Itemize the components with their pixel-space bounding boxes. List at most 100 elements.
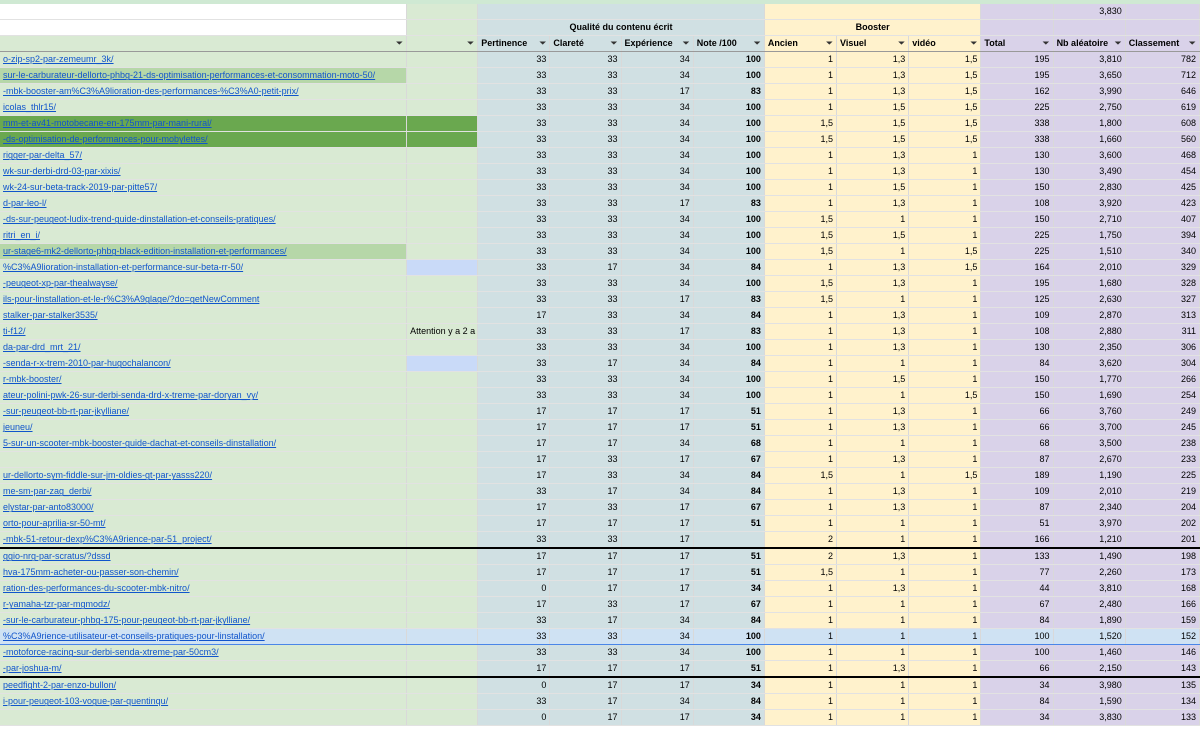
pertinence-cell[interactable]: 17	[477, 451, 551, 469]
note100-cell[interactable]: 34	[693, 580, 765, 598]
total-cell[interactable]: 34	[980, 676, 1054, 695]
visuel-cell[interactable]: 1,5	[836, 179, 910, 197]
visuel-cell[interactable]: 1	[836, 291, 910, 309]
classement-cell[interactable]: 133	[1125, 709, 1200, 727]
pertinence-cell[interactable]: 0	[477, 676, 551, 695]
col-header-note[interactable]: ⏷	[406, 35, 479, 53]
experience-cell[interactable]: 17	[621, 547, 694, 566]
nb-aleatoire-cell[interactable]: 3,830	[1053, 709, 1126, 727]
experience-cell[interactable]: 17	[621, 580, 694, 598]
total-cell[interactable]: 338	[980, 131, 1054, 149]
classement-cell[interactable]: 423	[1125, 195, 1200, 213]
url-link[interactable]: da-par-drd_mrt_21/	[3, 342, 81, 352]
experience-cell[interactable]: 34	[621, 307, 694, 325]
note100-cell[interactable]: 100	[693, 115, 765, 133]
url-cell[interactable]: %C3%A9rience-utilisateur-et-conseils-pra…	[0, 628, 408, 646]
note100-cell[interactable]: 100	[693, 131, 765, 149]
url-link[interactable]: ils-pour-linstallation-et-le-r%C3%A9glag…	[3, 294, 259, 304]
classement-cell[interactable]: 168	[1125, 580, 1200, 598]
note-cell[interactable]	[406, 259, 479, 277]
pertinence-cell[interactable]: 33	[477, 355, 551, 373]
note-cell[interactable]	[406, 451, 479, 469]
total-cell[interactable]: 67	[980, 596, 1054, 614]
visuel-cell[interactable]: 1,3	[836, 403, 910, 421]
col-header-url[interactable]: ⏷	[0, 35, 408, 53]
url-cell[interactable]: i-pour-peugeot-103-vogue-par-quentinqu/	[0, 693, 408, 711]
video-cell[interactable]: 1	[908, 179, 982, 197]
total-cell[interactable]: 100	[980, 628, 1054, 646]
total-cell[interactable]: 68	[980, 435, 1054, 453]
filter-icon[interactable]: ⏷	[539, 36, 546, 51]
ancien-cell[interactable]: 1	[764, 644, 838, 662]
classement-cell[interactable]: 454	[1125, 163, 1200, 181]
clarete-cell[interactable]: 17	[549, 547, 622, 566]
ancien-cell[interactable]: 1	[764, 676, 838, 695]
experience-cell[interactable]: 34	[621, 211, 694, 229]
note-cell[interactable]	[406, 307, 479, 325]
visuel-cell[interactable]: 1	[836, 467, 910, 485]
note100-cell[interactable]: 100	[693, 644, 765, 662]
pertinence-cell[interactable]: 0	[477, 709, 551, 727]
visuel-cell[interactable]: 1,3	[836, 419, 910, 437]
experience-cell[interactable]: 34	[621, 628, 694, 646]
classement-cell[interactable]: 166	[1125, 596, 1200, 614]
classement-cell[interactable]: 233	[1125, 451, 1200, 469]
url-cell[interactable]: wk-24-sur-beta-track-2019-par-pitte57/	[0, 179, 408, 197]
total-cell[interactable]: 87	[980, 499, 1054, 517]
url-cell[interactable]: peedfight-2-par-enzo-bullon/	[0, 676, 408, 695]
ancien-cell[interactable]: 1	[764, 339, 838, 357]
filter-icon[interactable]: ⏷	[970, 36, 977, 51]
url-cell[interactable]: me-sm-par-zag_derbi/	[0, 483, 408, 501]
nb-aleatoire-cell[interactable]: 2,750	[1053, 99, 1126, 117]
ancien-cell[interactable]: 1	[764, 660, 838, 678]
video-cell[interactable]: 1,5	[908, 115, 982, 133]
experience-cell[interactable]: 34	[621, 483, 694, 501]
note100-cell[interactable]: 100	[693, 628, 765, 646]
col-header-experience[interactable]: Expérience ⏷	[621, 35, 694, 53]
nb-aleatoire-cell[interactable]: 1,770	[1053, 371, 1126, 389]
clarete-cell[interactable]: 33	[549, 499, 622, 517]
url-link[interactable]: ateur-polini-pwk-26-sur-derbi-senda-drd-…	[3, 390, 258, 400]
experience-cell[interactable]: 34	[621, 51, 694, 69]
url-link[interactable]: -motoforce-racing-sur-derbi-senda-xtreme…	[3, 647, 219, 657]
pertinence-cell[interactable]: 17	[477, 435, 551, 453]
visuel-cell[interactable]: 1	[836, 628, 910, 646]
video-cell[interactable]: 1,5	[908, 99, 982, 117]
note100-cell[interactable]	[693, 531, 765, 549]
video-cell[interactable]: 1,5	[908, 387, 982, 405]
experience-cell[interactable]: 34	[621, 467, 694, 485]
clarete-cell[interactable]: 33	[549, 339, 622, 357]
total-cell[interactable]: 84	[980, 355, 1054, 373]
nb-aleatoire-cell[interactable]: 3,920	[1053, 195, 1126, 213]
classement-cell[interactable]: 329	[1125, 259, 1200, 277]
pertinence-cell[interactable]: 17	[477, 499, 551, 517]
pertinence-cell[interactable]: 17	[477, 419, 551, 437]
note-cell[interactable]	[406, 628, 479, 646]
visuel-cell[interactable]: 1,3	[836, 580, 910, 598]
classement-cell[interactable]: 159	[1125, 612, 1200, 630]
nb-aleatoire-cell[interactable]: 3,980	[1053, 676, 1126, 695]
filter-icon[interactable]: ⏷	[683, 36, 690, 51]
visuel-cell[interactable]: 1	[836, 644, 910, 662]
visuel-cell[interactable]: 1,3	[836, 67, 910, 85]
nb-aleatoire-cell[interactable]: 1,750	[1053, 227, 1126, 245]
url-link[interactable]: -senda-r-x-trem-2010-par-hugochalancon/	[3, 358, 171, 368]
visuel-cell[interactable]: 1,3	[836, 163, 910, 181]
note-cell[interactable]	[406, 227, 479, 245]
clarete-cell[interactable]: 33	[549, 211, 622, 229]
video-cell[interactable]: 1	[908, 483, 982, 501]
ancien-cell[interactable]: 1,5	[764, 564, 838, 582]
classement-cell[interactable]: 134	[1125, 693, 1200, 711]
url-link[interactable]: -sur-peugeot-bb-rt-par-jkylliane/	[3, 406, 129, 416]
pertinence-cell[interactable]: 33	[477, 67, 551, 85]
note100-cell[interactable]: 51	[693, 403, 765, 421]
url-link[interactable]: i-pour-peugeot-103-vogue-par-quentinqu/	[3, 696, 168, 706]
note-cell[interactable]	[406, 211, 479, 229]
experience-cell[interactable]: 34	[621, 644, 694, 662]
classement-cell[interactable]: 608	[1125, 115, 1200, 133]
clarete-cell[interactable]: 17	[549, 676, 622, 695]
url-cell[interactable]: mm-et-av41-motobecane-en-175mm-par-mani-…	[0, 115, 408, 133]
ancien-cell[interactable]: 1,5	[764, 115, 838, 133]
experience-cell[interactable]: 34	[621, 371, 694, 389]
ancien-cell[interactable]: 1	[764, 483, 838, 501]
